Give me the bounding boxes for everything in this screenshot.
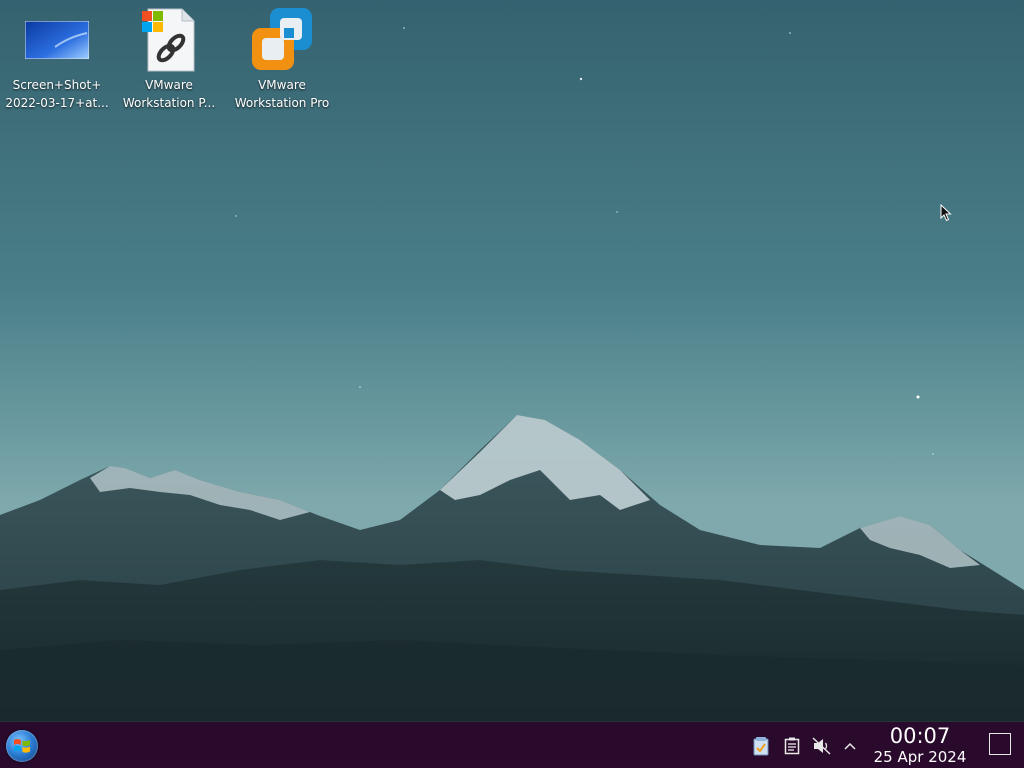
tray-expand[interactable] [839,735,861,757]
desktop-icon-vmware-shortcut[interactable]: VMware Workstation P... [113,4,225,112]
desktop-icon-screenshot[interactable]: Screen+Shot+ 2022-03-17+at... [1,4,113,112]
desktop-icon-label: Workstation P... [122,96,216,110]
desktop-icon-label: Workstation Pro [234,96,330,110]
update-notifier-icon [753,737,769,756]
show-desktop-button[interactable] [989,733,1011,755]
desktop-icon-vmware-workstation[interactable]: VMware Workstation Pro [226,4,338,112]
taskbar: 00:07 25 Apr 2024 [0,722,1024,768]
desktop-icon-label: VMware [258,78,306,92]
vmware-icon [226,4,338,76]
windows-shortcut-icon [113,4,225,76]
clock-time: 00:07 [889,724,951,748]
desktop-icon-label: Screen+Shot+ [12,78,102,92]
mouse-pointer-icon [940,204,952,222]
image-file-icon [1,4,113,76]
desktop-icon-label: VMware [145,78,193,92]
windows-start-icon [14,739,30,753]
clock-date: 25 Apr 2024 [873,748,967,766]
clipboard-icon [784,737,800,755]
desktop[interactable]: Screen+Shot+ 2022-03-17+at... VMware Wor… [0,0,1024,722]
tray-update-notifier[interactable] [750,735,772,757]
volume-muted-icon [812,737,831,755]
start-button[interactable] [6,730,38,762]
tray-volume[interactable] [811,735,833,757]
desktop-icon-label: 2022-03-17+at... [5,96,109,110]
clock[interactable]: 00:07 25 Apr 2024 [862,724,978,766]
chevron-up-icon [844,742,856,750]
tray-clipboard[interactable] [781,735,803,757]
